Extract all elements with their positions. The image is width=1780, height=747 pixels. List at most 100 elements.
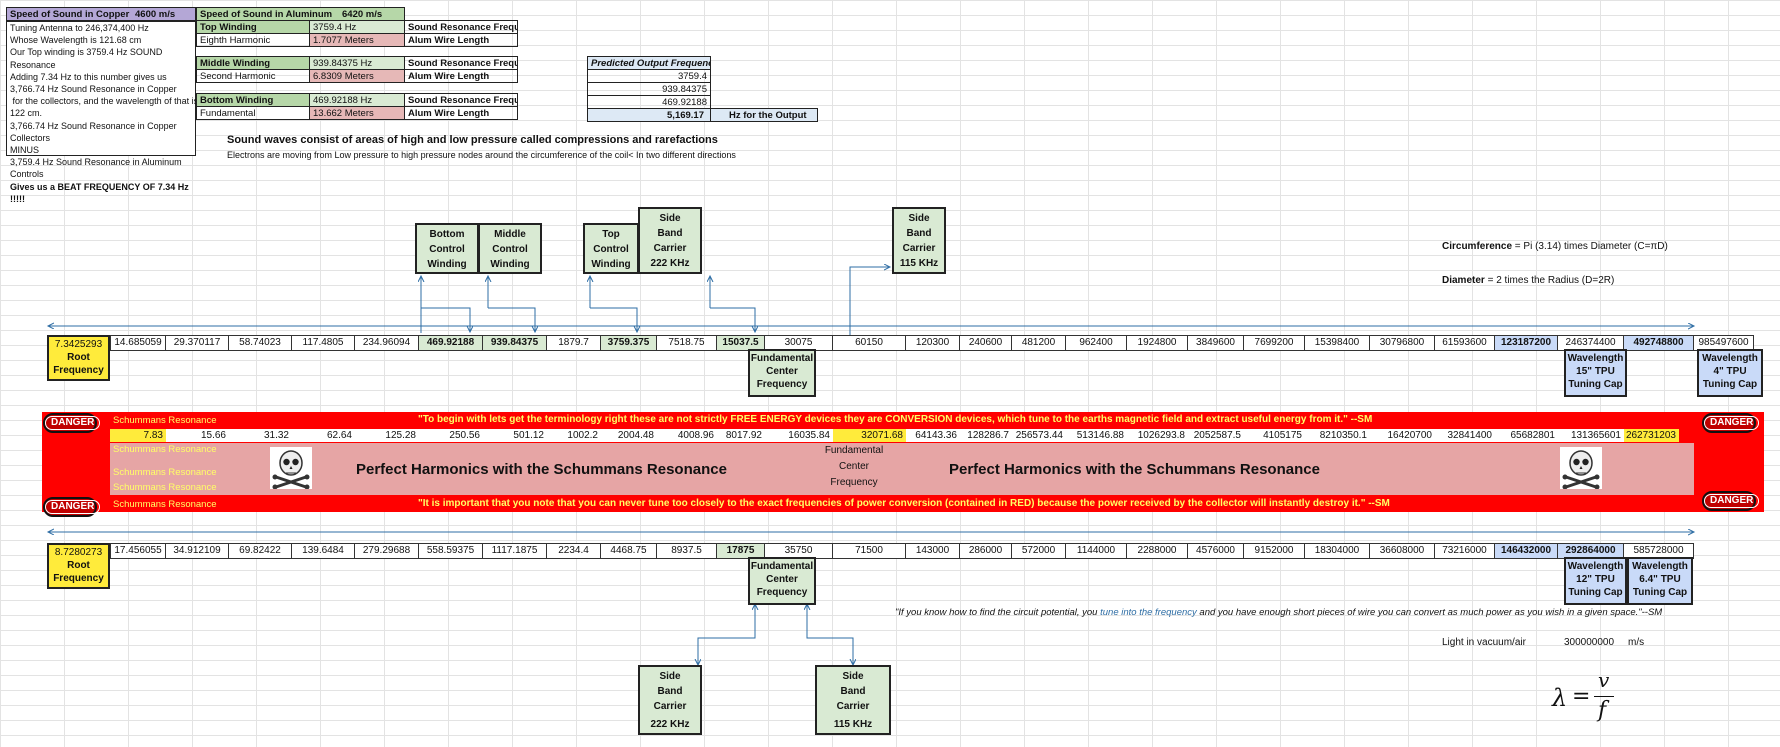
box-line: 115 KHz xyxy=(899,258,939,269)
schumann-value-cell[interactable]: 7.83 xyxy=(110,429,166,442)
frequency-cell[interactable]: 143000 xyxy=(906,543,960,559)
schumann-value-cell[interactable]: 1002.2 xyxy=(547,429,601,442)
tuning-cap-15-1[interactable]: Wavelength 15" TPU Tuning Cap xyxy=(1564,349,1627,397)
frequency-cell[interactable]: 234.96094 xyxy=(355,335,419,351)
frequency-cell[interactable]: 14.685059 xyxy=(110,335,166,351)
lambda-symbol: λ xyxy=(1552,684,1568,712)
frequency-cell[interactable]: 69.82422 xyxy=(229,543,292,559)
schumann-value-cell[interactable]: 128286.7 xyxy=(960,429,1012,442)
frequency-cell[interactable]: 29.370117 xyxy=(166,335,229,351)
schumann-value-cell[interactable]: 4008.96 xyxy=(657,429,717,442)
schumann-value-cell[interactable]: 2004.48 xyxy=(601,429,657,442)
schumann-value-cell[interactable]: 15.66 xyxy=(166,429,229,442)
frequency-cell[interactable]: 1144000 xyxy=(1066,543,1127,559)
side-band-carrier-115-top[interactable]: Side Band Carrier 115 KHz xyxy=(892,207,946,274)
frequency-cell[interactable]: 2234.4 xyxy=(547,543,601,559)
light-unit[interactable]: m/s xyxy=(1628,636,1644,650)
frequency-cell[interactable]: 60150 xyxy=(833,335,906,351)
schumann-value-cell[interactable]: 2052587.5 xyxy=(1188,429,1244,442)
schumann-value-cell[interactable]: 1026293.8 xyxy=(1127,429,1188,442)
frequency-cell[interactable]: 117.4805 xyxy=(292,335,355,351)
schumann-value-cell[interactable]: 256573.44 xyxy=(1012,429,1066,442)
frequency-cell[interactable]: 240600 xyxy=(960,335,1012,351)
frequency-cell[interactable]: 123187200 xyxy=(1495,335,1558,351)
danger-badge-bottom-left: DANGER xyxy=(43,497,101,517)
frequency-cell[interactable]: 4576000 xyxy=(1188,543,1244,559)
frequency-cell[interactable]: 8937.5 xyxy=(657,543,717,559)
schumann-value-cell[interactable]: 250.56 xyxy=(419,429,483,442)
frequency-cell[interactable]: 3849600 xyxy=(1188,335,1244,351)
schumann-value-cell[interactable]: 16420700 xyxy=(1370,429,1435,442)
frequency-cell[interactable]: 939.84375 xyxy=(483,335,547,351)
root-frequency-1-value: 7.3425293 xyxy=(54,339,103,350)
cap-label: Tuning Cap xyxy=(1702,379,1758,390)
frequency-cell[interactable]: 61593600 xyxy=(1435,335,1495,351)
frequency-cell[interactable]: 7518.75 xyxy=(657,335,717,351)
middle-control-winding-box[interactable]: Middle Control Winding xyxy=(478,223,542,274)
frequency-cell[interactable]: 30796800 xyxy=(1370,335,1435,351)
frequency-cell[interactable]: 58.74023 xyxy=(229,335,292,351)
root-label: Root xyxy=(67,352,90,363)
cap-label: Wavelength xyxy=(1702,353,1758,364)
fundamental-center-2[interactable]: Fundamental Center Frequency xyxy=(748,557,816,605)
circuit-quote-link[interactable]: tune into the frequency xyxy=(1100,607,1197,618)
frequency-cell[interactable]: 279.29688 xyxy=(355,543,419,559)
light-label[interactable]: Light in vacuum/air xyxy=(1442,636,1526,650)
frequency-cell[interactable]: 558.59375 xyxy=(419,543,483,559)
frequency-cell[interactable]: 15398400 xyxy=(1305,335,1370,351)
frequency-cell[interactable]: 2288000 xyxy=(1127,543,1188,559)
frequency-cell[interactable]: 1879.7 xyxy=(547,335,601,351)
tuning-cap-6-4-2[interactable]: Wavelength 6.4" TPU Tuning Cap xyxy=(1627,557,1693,605)
frequency-cell[interactable]: 3759.375 xyxy=(601,335,657,351)
schumann-value-cell[interactable]: 64143.36 xyxy=(906,429,960,442)
schumann-value-cell[interactable]: 4105175 xyxy=(1244,429,1305,442)
wavelength-equation: λ = v f xyxy=(1552,668,1622,728)
fundamental-center-1[interactable]: Fundamental Center Frequency xyxy=(748,349,816,397)
frequency-cell[interactable]: 36608000 xyxy=(1370,543,1435,559)
frequency-cell[interactable]: 139.6484 xyxy=(292,543,355,559)
schumann-value-cell[interactable]: 32841400 xyxy=(1435,429,1495,442)
schumann-value-cell[interactable]: 131365601 xyxy=(1558,429,1624,442)
frequency-cell[interactable]: 71500 xyxy=(833,543,906,559)
frequency-cell[interactable]: 120300 xyxy=(906,335,960,351)
tuning-cap-4-1[interactable]: Wavelength 4" TPU Tuning Cap xyxy=(1697,349,1763,397)
schumann-value-cell[interactable]: 16035.84 xyxy=(765,429,833,442)
root-frequency-2[interactable]: 8.7280273 Root Frequency xyxy=(47,543,110,589)
schumann-value-cell[interactable]: 513146.88 xyxy=(1066,429,1127,442)
frequency-cell[interactable]: 146432000 xyxy=(1495,543,1558,559)
schumann-value-cell[interactable]: 65682801 xyxy=(1495,429,1558,442)
schumann-value-cell[interactable]: 32071.68 xyxy=(833,429,906,442)
frequency-cell[interactable]: 7699200 xyxy=(1244,335,1305,351)
side-band-carrier-222-bottom[interactable]: Side Band Carrier 222 KHz xyxy=(638,665,702,735)
frequency-cell[interactable]: 492748800 xyxy=(1624,335,1694,351)
schumann-value-cell[interactable]: 62.64 xyxy=(292,429,355,442)
frequency-cell[interactable]: 4468.75 xyxy=(601,543,657,559)
frequency-cell[interactable]: 572000 xyxy=(1012,543,1066,559)
schumann-value-cell[interactable]: 125.28 xyxy=(355,429,419,442)
root-frequency-1[interactable]: 7.3425293 Root Frequency xyxy=(47,335,110,381)
frequency-cell[interactable]: 9152000 xyxy=(1244,543,1305,559)
light-value[interactable]: 300000000 xyxy=(1564,636,1614,650)
schumann-value-cell[interactable]: 501.12 xyxy=(483,429,547,442)
schumann-value-cell[interactable]: 8210350.1 xyxy=(1305,429,1370,442)
frequency-cell[interactable]: 18304000 xyxy=(1305,543,1370,559)
side-band-carrier-222-top[interactable]: Side Band Carrier 222 KHz xyxy=(638,207,702,274)
frequency-cell[interactable]: 1117.1875 xyxy=(483,543,547,559)
side-band-carrier-115-bottom[interactable]: Side Band Carrier 115 KHz xyxy=(815,665,891,735)
frequency-cell[interactable]: 962400 xyxy=(1066,335,1127,351)
frequency-cell[interactable]: 34.912109 xyxy=(166,543,229,559)
schumann-value-cell[interactable]: 262731203 xyxy=(1624,429,1679,442)
frequency-cell[interactable]: 1924800 xyxy=(1127,335,1188,351)
frequency-cell[interactable]: 73216000 xyxy=(1435,543,1495,559)
bottom-control-winding-box[interactable]: Bottom Control Winding xyxy=(415,223,479,274)
schumann-quote-top: "To begin with lets get the terminology … xyxy=(418,414,1373,425)
frequency-cell[interactable]: 481200 xyxy=(1012,335,1066,351)
frequency-cell[interactable]: 17.456055 xyxy=(110,543,166,559)
frequency-cell[interactable]: 469.92188 xyxy=(419,335,483,351)
schumann-value-cell[interactable]: 31.32 xyxy=(229,429,292,442)
schumann-value-cell[interactable]: 8017.92 xyxy=(717,429,765,442)
tuning-cap-12-2[interactable]: Wavelength 12" TPU Tuning Cap xyxy=(1564,557,1627,605)
box-line: Band xyxy=(906,228,932,239)
frequency-cell[interactable]: 286000 xyxy=(960,543,1012,559)
top-control-winding-box[interactable]: Top Control Winding xyxy=(583,223,639,274)
